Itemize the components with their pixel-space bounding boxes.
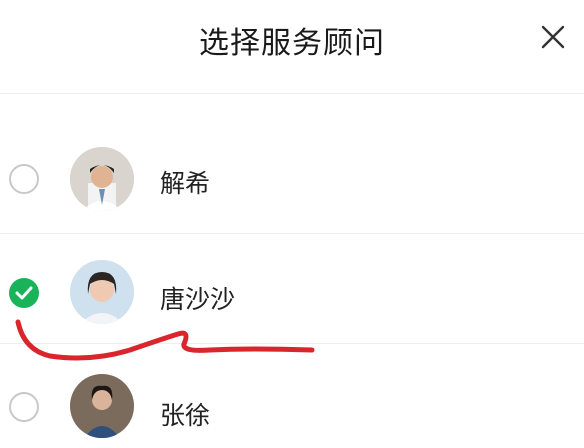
list-item[interactable]: 唐沙沙 <box>0 234 584 344</box>
list-item[interactable]: 张徐 <box>0 344 584 448</box>
consultant-name: 唐沙沙 <box>160 286 236 314</box>
avatar <box>70 260 134 324</box>
page-title: 选择服务顾问 <box>199 27 385 60</box>
consultant-name: 张徐 <box>160 402 211 430</box>
select-consultant-screen: 解希 唐沙沙 张徐 选择服务顾问 <box>0 0 584 448</box>
consultant-name: 解希 <box>160 170 211 198</box>
radio-button-checked[interactable] <box>9 278 39 308</box>
avatar <box>70 147 134 211</box>
radio-button[interactable] <box>9 392 39 422</box>
list-item[interactable]: 解希 <box>0 124 584 234</box>
close-icon[interactable] <box>538 22 568 52</box>
radio-button[interactable] <box>9 164 39 194</box>
avatar <box>70 374 134 438</box>
checkmark-icon <box>15 286 33 300</box>
modal-header: 选择服务顾问 <box>0 0 584 72</box>
